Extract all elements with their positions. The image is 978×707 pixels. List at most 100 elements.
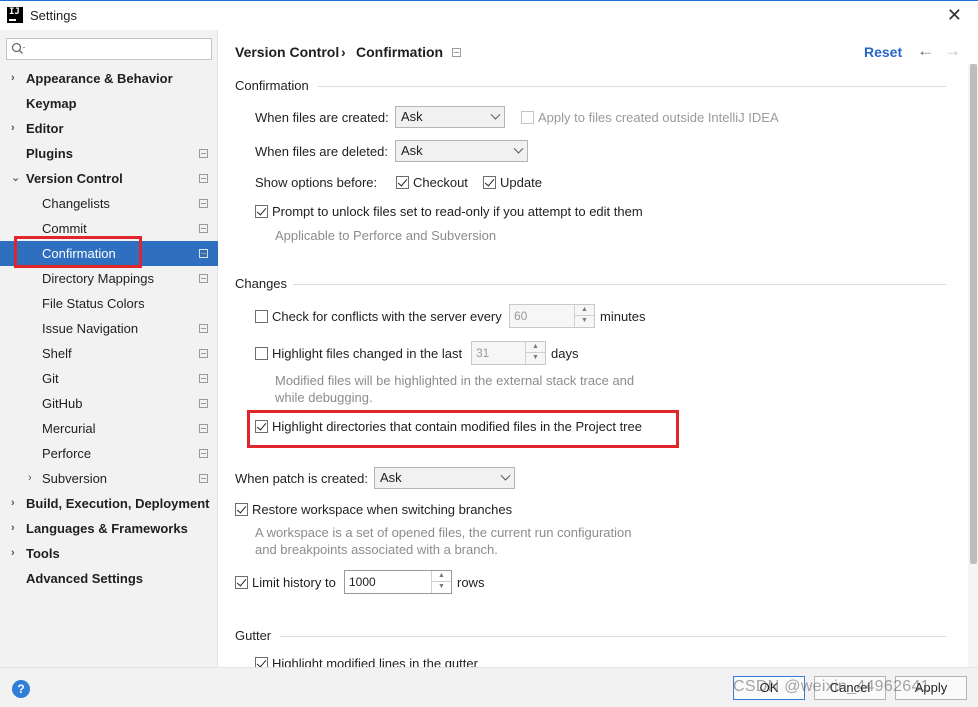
sidebar-item-label: Editor	[26, 121, 64, 136]
sidebar-item-version-control[interactable]: ⌄ Version Control	[0, 166, 218, 191]
project-level-icon	[199, 324, 208, 333]
sidebar-item-issue-navigation[interactable]: Issue Navigation	[0, 316, 218, 341]
prompt-unlock-hint: Applicable to Perforce and Subversion	[275, 228, 497, 243]
reset-link[interactable]: Reset	[864, 44, 902, 60]
files-deleted-select[interactable]: Ask	[395, 140, 528, 162]
section-title-gutter: Gutter	[235, 628, 272, 643]
patch-created-select[interactable]: Ask	[374, 467, 515, 489]
highlight-changed-label: Highlight files changed in the last	[272, 346, 463, 361]
sidebar-item-label: Directory Mappings	[42, 271, 154, 286]
scrollbar-thumb[interactable]	[970, 64, 977, 564]
project-level-icon	[199, 274, 208, 283]
sidebar-item-plugins[interactable]: Plugins	[0, 141, 218, 166]
limit-history-spinner[interactable]: 1000 ▲ ▼	[344, 570, 452, 594]
select-value: Ask	[380, 470, 402, 485]
chevron-right-icon: ›	[11, 72, 15, 84]
update-label: Update	[500, 175, 542, 190]
sidebar-item-changelists[interactable]: Changelists	[0, 191, 218, 216]
sidebar-item-keymap[interactable]: Keymap	[0, 91, 218, 116]
breadcrumb-current: Confirmation	[356, 44, 444, 60]
spinner-buttons[interactable]: ▲ ▼	[525, 342, 545, 364]
spinner-value: 1000	[349, 575, 376, 589]
forward-arrow-icon[interactable]: →	[944, 41, 961, 61]
section-divider	[293, 284, 946, 285]
sidebar-item-label: GitHub	[42, 396, 83, 411]
spinner-value: 60	[514, 309, 528, 323]
title-bar: IJ Settings ✕	[0, 0, 978, 30]
check-conflicts-checkbox[interactable]	[255, 310, 268, 323]
vertical-scrollbar[interactable]	[968, 64, 978, 668]
sidebar-item-advanced-settings[interactable]: Advanced Settings	[0, 566, 218, 591]
highlight-changed-checkbox[interactable]	[255, 347, 268, 360]
show-options-label: Show options before:	[255, 175, 378, 190]
sidebar-item-directory-mappings[interactable]: Directory Mappings	[0, 266, 218, 291]
files-created-select[interactable]: Ask	[395, 106, 505, 128]
sidebar-item-subversion[interactable]: › Subversion	[0, 466, 218, 491]
sidebar-item-label: Languages & Frameworks	[26, 521, 188, 536]
chevron-right-icon: ›	[11, 122, 15, 134]
spinner-buttons[interactable]: ▲ ▼	[574, 305, 594, 327]
sidebar-item-label: Mercurial	[42, 421, 96, 436]
back-arrow-icon[interactable]: ←	[917, 41, 934, 61]
update-checkbox[interactable]	[483, 176, 496, 189]
spinner-value: 31	[476, 346, 490, 360]
chevron-down-icon	[513, 143, 524, 154]
restore-workspace-hint-line1: A workspace is a set of opened files, th…	[255, 525, 632, 540]
patch-created-label: When patch is created:	[235, 471, 368, 486]
project-level-icon	[199, 399, 208, 408]
checkout-label: Checkout	[413, 175, 468, 190]
limit-history-label: Limit history to	[252, 575, 336, 590]
project-level-icon	[199, 349, 208, 358]
sidebar-item-mercurial[interactable]: Mercurial	[0, 416, 218, 441]
chevron-right-icon: ›	[11, 497, 15, 509]
restore-workspace-checkbox[interactable]	[235, 503, 248, 516]
annotation-box-highlight	[247, 410, 679, 448]
sidebar-item-label: Advanced Settings	[26, 571, 144, 586]
search-input[interactable]	[6, 38, 212, 60]
breadcrumb-parent[interactable]: Version Control	[235, 44, 339, 60]
chevron-right-icon: ›	[11, 547, 15, 559]
sidebar-item-label: Build, Execution, Deployment	[26, 496, 210, 511]
files-created-label: When files are created:	[255, 110, 389, 125]
project-level-icon	[199, 149, 208, 158]
restore-workspace-label: Restore workspace when switching branche…	[252, 502, 513, 517]
project-level-icon	[199, 474, 208, 483]
spinner-buttons[interactable]: ▲ ▼	[431, 571, 451, 593]
spinner-down-icon[interactable]: ▼	[526, 353, 545, 364]
chevron-down-icon: ⌄	[11, 172, 21, 184]
limit-history-checkbox[interactable]	[235, 576, 248, 589]
sidebar-item-label: Changelists	[42, 196, 110, 211]
section-title-changes: Changes	[235, 276, 288, 291]
prompt-unlock-checkbox[interactable]	[255, 205, 268, 218]
highlight-days-spinner[interactable]: 31 ▲ ▼	[471, 341, 546, 365]
sidebar-item-git[interactable]: Git	[0, 366, 218, 391]
checkout-checkbox[interactable]	[396, 176, 409, 189]
sidebar-item-label: Subversion	[42, 471, 108, 486]
watermark: CSDN @weixin_44962641	[733, 678, 930, 695]
sidebar-item-languages-frameworks[interactable]: › Languages & Frameworks	[0, 516, 218, 541]
spinner-up-icon[interactable]: ▲	[526, 342, 545, 353]
project-level-icon	[199, 249, 208, 258]
sidebar-item-tools[interactable]: › Tools	[0, 541, 218, 566]
sidebar-item-shelf[interactable]: Shelf	[0, 341, 218, 366]
section-divider	[318, 86, 946, 87]
app-icon-text: IJ	[9, 7, 20, 17]
sidebar-item-appearance-behavior[interactable]: › Appearance & Behavior	[0, 66, 218, 91]
sidebar-item-perforce[interactable]: Perforce	[0, 441, 218, 466]
sidebar-item-github[interactable]: GitHub	[0, 391, 218, 416]
chevron-down-icon	[490, 109, 501, 120]
close-icon[interactable]: ✕	[947, 5, 962, 26]
spinner-up-icon[interactable]: ▲	[432, 571, 451, 582]
conflicts-minutes-spinner[interactable]: 60 ▲ ▼	[509, 304, 595, 328]
help-icon[interactable]: ?	[12, 680, 30, 698]
sidebar-item-file-status-colors[interactable]: File Status Colors	[0, 291, 218, 316]
spinner-down-icon[interactable]: ▼	[432, 582, 451, 593]
sidebar-item-build-execution-deployment[interactable]: › Build, Execution, Deployment	[0, 491, 218, 516]
sidebar-item-editor[interactable]: › Editor	[0, 116, 218, 141]
restore-workspace-hint-line2: and breakpoints associated with a branch…	[255, 542, 498, 557]
search-icon	[11, 42, 25, 54]
spinner-up-icon[interactable]: ▲	[575, 305, 594, 316]
spinner-down-icon[interactable]: ▼	[575, 316, 594, 327]
apply-outside-checkbox[interactable]	[521, 111, 534, 124]
conflicts-unit: minutes	[600, 309, 646, 324]
